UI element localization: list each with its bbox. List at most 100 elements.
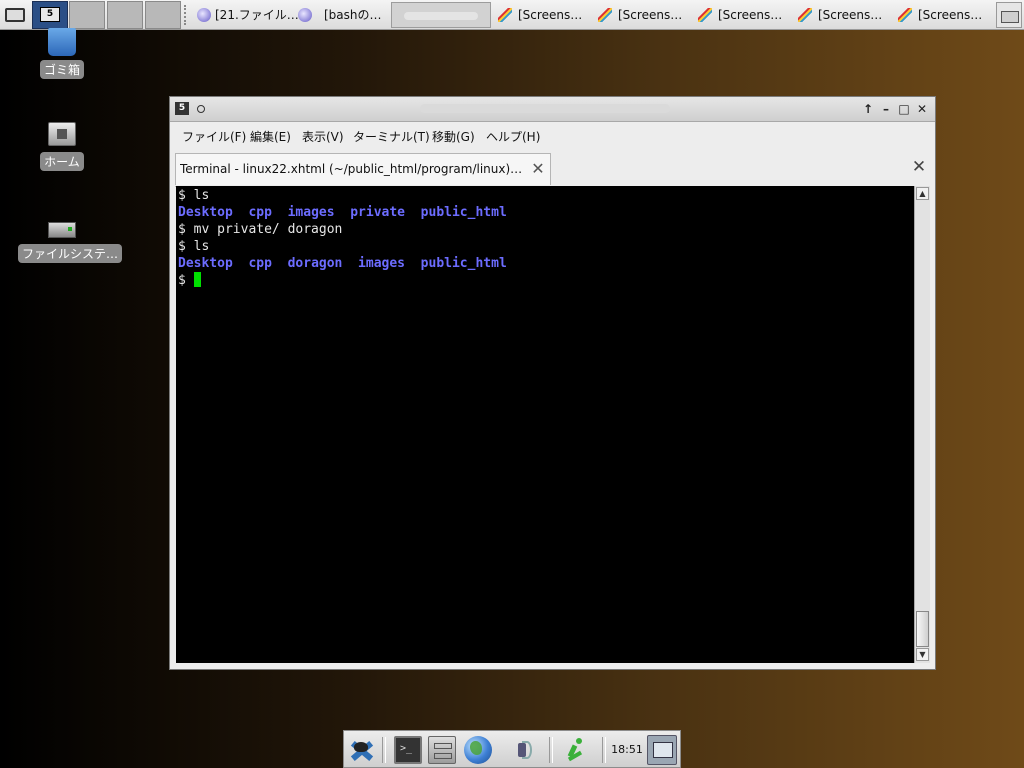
task-label: [Screens… — [518, 8, 583, 22]
filesystem-icon — [48, 222, 76, 238]
minimize-button[interactable]: – — [878, 101, 894, 117]
screenshot-icon — [698, 8, 712, 22]
scroll-up-arrow-icon[interactable]: ▲ — [916, 187, 929, 200]
menu-help[interactable]: ヘルプ(H) — [486, 128, 540, 146]
panel-applet-button[interactable] — [996, 2, 1022, 28]
volume-speaker-icon[interactable] — [510, 736, 538, 764]
task-label: [Screens… — [618, 8, 683, 22]
taskbar-task-screenshot-1[interactable]: [Screens… — [494, 2, 594, 28]
directory-entry: Desktop — [178, 205, 233, 220]
menu-file[interactable]: ファイル(F) — [182, 128, 246, 146]
taskbar-task-active-terminal[interactable] — [391, 2, 491, 28]
close-tab-button[interactable]: ✕ — [911, 159, 927, 176]
web-browser-globe-icon[interactable] — [464, 736, 492, 764]
workspace-window-badge: 5 — [40, 7, 60, 22]
shell-prompt: $ — [178, 273, 194, 288]
dock-separator — [602, 737, 606, 763]
window-app-icon[interactable]: 5 — [175, 102, 189, 115]
scrollbar-thumb[interactable] — [916, 611, 929, 647]
terminal-cursor — [193, 272, 201, 287]
directory-entry: cpp — [248, 205, 272, 220]
desktop-icon-label: ファイルシステ… — [18, 244, 123, 263]
trash-icon — [48, 28, 76, 56]
file-manager-launcher-icon[interactable] — [428, 736, 456, 764]
desktop-icon-trash[interactable]: ゴミ箱 — [40, 28, 85, 79]
terminal-line: $ ls — [178, 187, 912, 204]
menu-terminal[interactable]: ターミナル(T) — [353, 128, 430, 146]
scroll-down-arrow-icon[interactable]: ▼ — [916, 648, 929, 661]
dock-separator — [382, 737, 386, 763]
taskbar-task-browser-2[interactable]: [bashの… — [294, 2, 389, 28]
terminal-window: 5 ↑ – □ ✕ ファイル(F) 編集(E) 表示(V) ターミナル(T) 移… — [169, 96, 936, 670]
desktop-icon-label: ホーム — [40, 152, 84, 171]
screenshot-icon — [498, 8, 512, 22]
xfce-menu-button[interactable] — [348, 736, 376, 764]
directory-entry: Desktop — [178, 256, 233, 271]
globe-icon — [197, 8, 211, 22]
blurred-task-label — [404, 12, 478, 20]
blurred-window-title — [420, 104, 670, 113]
terminal-line: Desktop cpp images private public_html — [178, 204, 912, 221]
dock-separator — [549, 737, 553, 763]
workspace-3[interactable] — [107, 1, 143, 29]
task-label: [Screens… — [818, 8, 883, 22]
workspace-1[interactable]: 5 — [32, 1, 68, 29]
task-label: [bashの… — [324, 8, 382, 22]
tab-bar: Terminal - linux22.xhtml (~/public_html/… — [175, 152, 930, 187]
directory-entry: private — [350, 205, 406, 220]
globe-icon — [298, 8, 312, 22]
menu-view[interactable]: 表示(V) — [302, 128, 344, 146]
window-list-menu-button[interactable] — [2, 2, 30, 28]
terminal-line: $ ls — [178, 238, 912, 255]
directory-entry: images — [287, 205, 335, 220]
menubar: ファイル(F) 編集(E) 表示(V) ターミナル(T) 移動(G) ヘルプ(H… — [170, 122, 935, 150]
taskbar-task-screenshot-4[interactable]: [Screens… — [794, 2, 894, 28]
clock[interactable]: 18:51 — [610, 742, 644, 758]
directory-entry: cpp — [248, 256, 272, 271]
directory-entry: doragon — [287, 256, 343, 271]
screenshot-icon — [898, 8, 912, 22]
tab-terminal[interactable]: Terminal - linux22.xhtml (~/public_html/… — [175, 153, 551, 185]
terminal-launcher-icon[interactable]: >_ — [394, 736, 422, 764]
bottom-dock-panel: >_ 18:51 — [343, 730, 681, 768]
menu-edit[interactable]: 編集(E) — [250, 128, 291, 146]
home-folder-icon — [48, 122, 76, 146]
taskbar-task-browser-1[interactable]: [21.ファイル… — [193, 2, 298, 28]
desktop-icon-home[interactable]: ホーム — [38, 122, 86, 171]
terminal-scrollbar[interactable]: ▲ ▼ — [914, 186, 930, 663]
taskbar-task-screenshot-5[interactable]: [Screens… — [894, 2, 994, 28]
terminal-output[interactable]: $ ls Desktop cpp images private public_ht… — [176, 186, 914, 663]
workspace-4[interactable] — [145, 1, 181, 29]
taskbar-task-screenshot-3[interactable]: [Screens… — [694, 2, 794, 28]
directory-entry: public_html — [420, 205, 507, 220]
maximize-button[interactable]: □ — [896, 101, 912, 117]
workspace-2[interactable] — [69, 1, 105, 29]
desktop-icon-filesystem[interactable]: ファイルシステ… — [18, 218, 123, 263]
task-label: [Screens… — [918, 8, 983, 22]
tab-close-icon[interactable]: ✕ — [531, 161, 545, 177]
window-titlebar[interactable]: 5 ↑ – □ ✕ — [170, 97, 935, 122]
command-line: $ ls — [178, 239, 210, 254]
close-window-button[interactable]: ✕ — [914, 101, 930, 117]
screenshot-icon — [798, 8, 812, 22]
shade-button[interactable]: ↑ — [860, 101, 876, 117]
taskbar-separator-handle[interactable] — [184, 5, 190, 25]
logout-running-man-icon[interactable] — [562, 736, 590, 764]
directory-entry: images — [358, 256, 406, 271]
top-taskbar: 5 [21.ファイル… [bashの… [Screens… [Screens… … — [0, 0, 1024, 30]
menu-go[interactable]: 移動(G) — [432, 128, 475, 146]
taskbar-task-screenshot-2[interactable]: [Screens… — [594, 2, 694, 28]
terminal-line: Desktop cpp doragon images public_html — [178, 255, 912, 272]
sticky-pin-icon[interactable] — [197, 105, 205, 113]
terminal-line: $ — [178, 272, 912, 289]
tab-title: Terminal - linux22.xhtml (~/public_html/… — [180, 162, 523, 176]
screenshot-icon — [598, 8, 612, 22]
task-label: [21.ファイル… — [215, 8, 298, 22]
command-line: $ mv private/ doragon — [178, 222, 343, 237]
desktop-icon-label: ゴミ箱 — [40, 60, 85, 79]
screenshot-tool-icon[interactable] — [647, 735, 677, 765]
terminal-line: $ mv private/ doragon — [178, 221, 912, 238]
printer-icon — [1001, 11, 1019, 23]
task-label: [Screens… — [718, 8, 783, 22]
command-line: $ ls — [178, 188, 210, 203]
